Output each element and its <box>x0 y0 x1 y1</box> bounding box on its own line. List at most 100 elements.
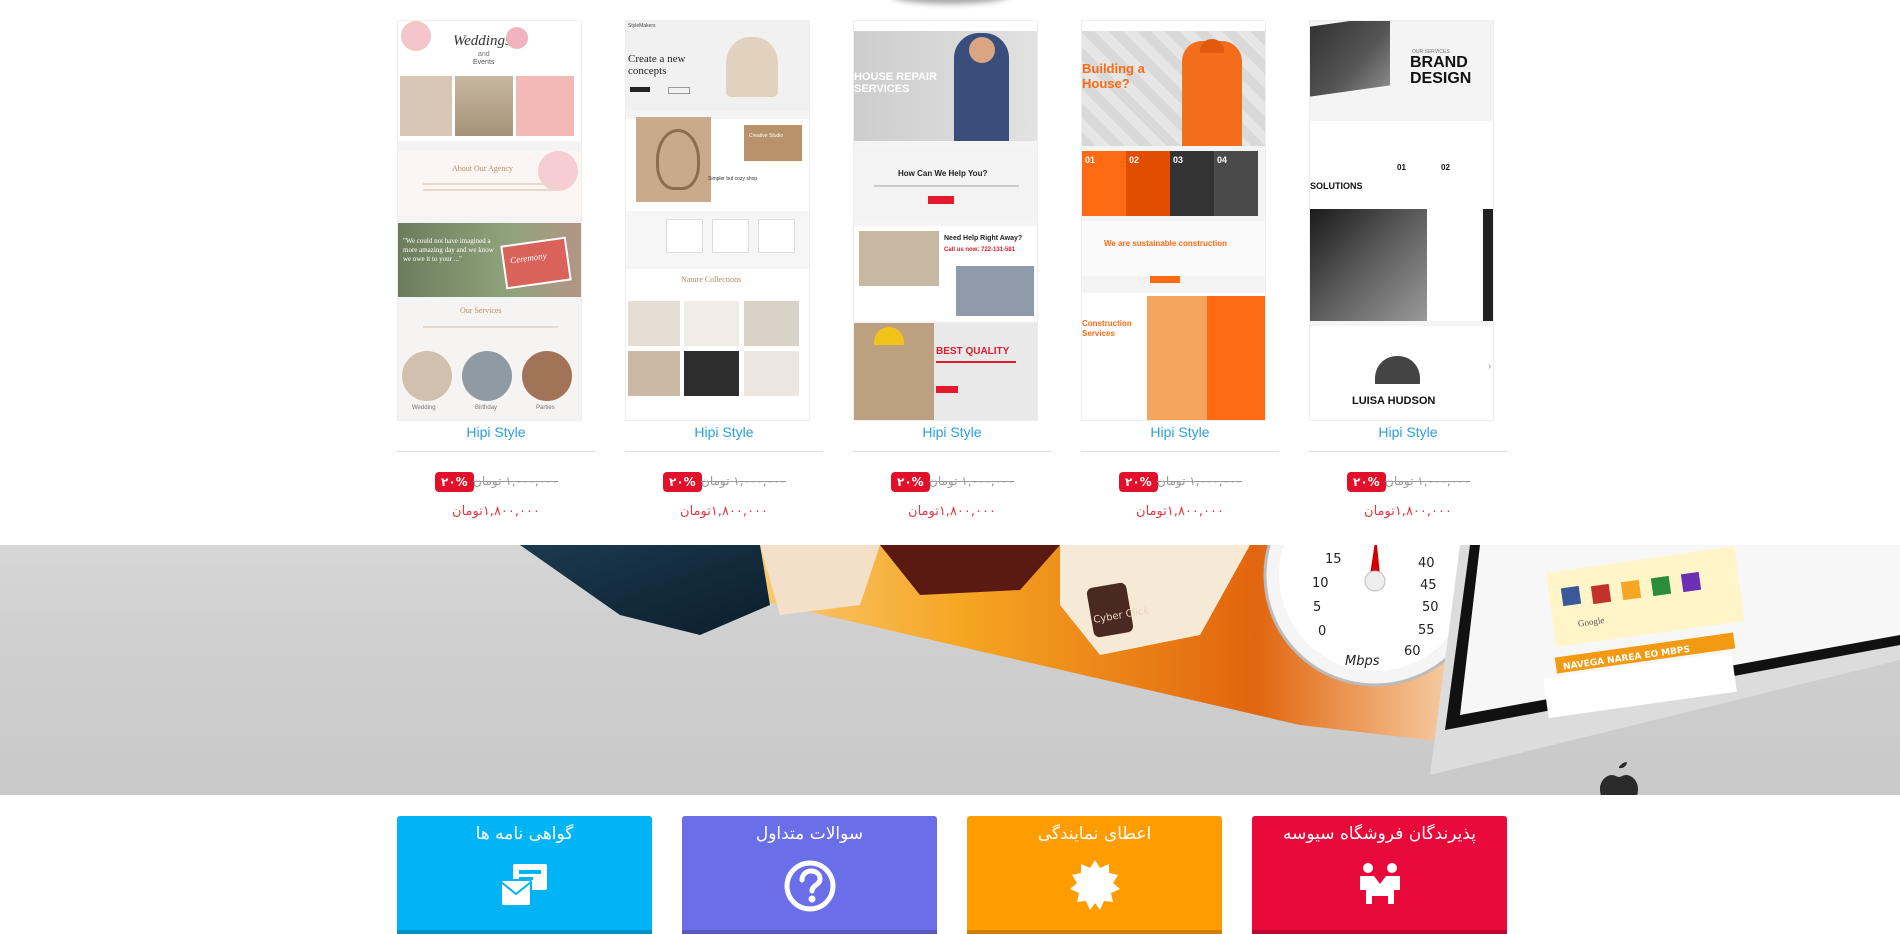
product-card[interactable]: StyleMakers Create a new concepts Creati… <box>625 20 823 530</box>
brand-person: LUISA HUDSON <box>1352 395 1436 407</box>
construction-num-4: 04 <box>1217 155 1228 165</box>
price-row: ٢٠% ١,٠٠٠,٠٠٠ تومان <box>1081 472 1279 494</box>
construction-hero: Building a House? <box>1082 61 1145 91</box>
product-name[interactable]: Hipi Style <box>625 421 823 440</box>
question-icon <box>784 860 835 912</box>
product-name[interactable]: Hipi Style <box>853 421 1051 440</box>
new-price: ١,٨٠٠,٠٠٠تومان <box>1136 504 1224 519</box>
product-name[interactable]: Hipi Style <box>1309 421 1507 440</box>
wedding-quote: "We could not have imagined a more amazi… <box>403 237 494 263</box>
feature-title: اعطای نمایندگی <box>1037 824 1152 844</box>
card-divider <box>853 451 1051 452</box>
card-divider <box>625 451 823 452</box>
repair-need: Need Help Right Away? <box>944 235 1023 242</box>
furniture-simple: Simpler but cozy shop <box>708 176 758 182</box>
price-row: ٢٠% ١,٠٠٠,٠٠٠ تومان <box>625 472 823 494</box>
discount-badge: ٢٠% <box>1347 472 1386 492</box>
brand-title: BRAND DESIGN <box>1410 54 1472 87</box>
speed-label: 60 <box>1404 644 1421 659</box>
furniture-hero: Create a new concepts <box>628 53 686 77</box>
wedding-events: Events <box>473 59 495 66</box>
wedding-title: Weddings <box>453 33 511 49</box>
product-name[interactable]: Hipi Style <box>1081 421 1279 440</box>
old-price: ١,٠٠٠,٠٠٠ تومان <box>929 474 1014 488</box>
discount-badge: ٢٠% <box>1119 472 1158 492</box>
brand-num-1: 01 <box>1397 163 1406 172</box>
brand-solutions: SOLUTIONS <box>1310 181 1363 191</box>
new-price: ١,٨٠٠,٠٠٠تومان <box>1364 504 1452 519</box>
discount-badge: ٢٠% <box>663 472 702 492</box>
product-name[interactable]: Hipi Style <box>397 421 595 440</box>
card-divider <box>1081 451 1279 452</box>
products-section: Weddings and Events About Our Agency "We… <box>0 0 1900 545</box>
repair-hero: HOUSE REPAIR SERVICES <box>854 71 937 95</box>
speed-label: 45 <box>1420 578 1437 593</box>
card-divider <box>397 451 595 452</box>
feature-title: پذیرندگان فروشگاه سیوسه <box>1283 824 1476 844</box>
speed-label: 50 <box>1422 600 1439 615</box>
construction-sustain: We are sustainable construction <box>1104 239 1227 248</box>
product-thumbnail[interactable]: StyleMakers Create a new concepts Creati… <box>625 20 810 421</box>
old-price: ١,٠٠٠,٠٠٠ تومان <box>701 474 786 488</box>
repair-quality: BEST QUALITY <box>936 346 1010 357</box>
product-thumbnail[interactable]: OUR SERVICES BRAND DESIGN SOLUTIONS 01 0… <box>1309 20 1494 421</box>
speed-label: 15 <box>1325 552 1342 567</box>
speed-unit: Mbps <box>1345 654 1380 669</box>
construction-services: Construction Services <box>1082 319 1132 338</box>
repair-help: How Can We Help You? <box>898 169 988 178</box>
wedding-services: Our Services <box>460 306 502 315</box>
feature-box-agency[interactable]: اعطای نمایندگی <box>967 816 1222 934</box>
feature-title: سوالات متداول <box>755 824 864 844</box>
furniture-nature: Nature Collections <box>681 275 742 284</box>
price-row: ٢٠% ١,٠٠٠,٠٠٠ تومان <box>1309 472 1507 494</box>
card-divider <box>1309 451 1507 452</box>
price-row: ٢٠% ١,٠٠٠,٠٠٠ تومان <box>853 472 1051 494</box>
product-card[interactable]: Building a House? 01 02 03 04 We are sus… <box>1081 20 1279 530</box>
wedding-and: and <box>478 51 490 58</box>
wedding-service-1: Wedding <box>412 405 436 411</box>
promo-banner: Cyber Click 15 10 5 0 40 45 50 55 60 Mbp… <box>0 545 1900 795</box>
apple-logo-icon <box>1600 762 1638 795</box>
features-section: پذیرندگان فروشگاه سیوسه اعطای نمایندگی س… <box>0 795 1900 934</box>
feature-box-resellers[interactable]: پذیرندگان فروشگاه سیوسه <box>1252 816 1507 934</box>
speed-label: 40 <box>1418 556 1435 571</box>
wedding-service-2: Birthday <box>475 405 498 411</box>
speed-label: 10 <box>1312 576 1329 591</box>
feature-box-certificates[interactable]: گواهی نامه ها <box>397 816 652 934</box>
new-price: ١,٨٠٠,٠٠٠تومان <box>452 504 540 519</box>
badge-icon <box>1069 860 1120 910</box>
new-price: ١,٨٠٠,٠٠٠تومان <box>680 504 768 519</box>
chevron-right-icon[interactable]: › <box>1488 361 1491 372</box>
old-price: ١,٠٠٠,٠٠٠ تومان <box>1385 474 1470 488</box>
new-price: ١,٨٠٠,٠٠٠تومان <box>908 504 996 519</box>
feature-title: گواهی نامه ها <box>475 824 574 844</box>
discount-badge: ٢٠% <box>891 472 930 492</box>
feature-box-faq[interactable]: سوالات متداول <box>682 816 937 934</box>
brand-num-2: 02 <box>1441 163 1450 172</box>
furniture-logo: StyleMakers <box>628 23 656 29</box>
product-card[interactable]: Weddings and Events About Our Agency "We… <box>397 20 595 530</box>
price-row: ٢٠% ١,٠٠٠,٠٠٠ تومان <box>397 472 595 494</box>
wedding-service-3: Parties <box>536 405 555 411</box>
old-price: ١,٠٠٠,٠٠٠ تومان <box>473 474 558 488</box>
handshake-icon <box>1359 863 1400 904</box>
product-thumbnail[interactable]: Weddings and Events About Our Agency "We… <box>397 20 582 421</box>
wedding-about: About Our Agency <box>452 164 513 173</box>
product-thumbnail[interactable]: Building a House? 01 02 03 04 We are sus… <box>1081 20 1266 421</box>
construction-num-2: 02 <box>1129 155 1140 165</box>
speed-label: 55 <box>1418 623 1435 638</box>
discount-badge: ٢٠% <box>435 472 474 492</box>
furniture-studio: Creative Studio <box>749 133 784 139</box>
product-thumbnail[interactable]: HOUSE REPAIR SERVICES How Can We Help Yo… <box>853 20 1038 421</box>
slider-shadow <box>890 0 1010 4</box>
speed-label: 0 <box>1318 624 1326 639</box>
repair-call: Call us now: 722-131-581 <box>944 247 1016 253</box>
banner-art: Cyber Click 15 10 5 0 40 45 50 55 60 Mbp… <box>520 545 1900 795</box>
construction-num-3: 03 <box>1173 155 1184 165</box>
certificate-icon <box>499 864 547 907</box>
construction-num-1: 01 <box>1085 155 1096 165</box>
product-card[interactable]: HOUSE REPAIR SERVICES How Can We Help Yo… <box>853 20 1051 530</box>
speed-label: 5 <box>1313 600 1321 615</box>
product-card[interactable]: OUR SERVICES BRAND DESIGN SOLUTIONS 01 0… <box>1309 20 1507 530</box>
old-price: ١,٠٠٠,٠٠٠ تومان <box>1157 474 1242 488</box>
